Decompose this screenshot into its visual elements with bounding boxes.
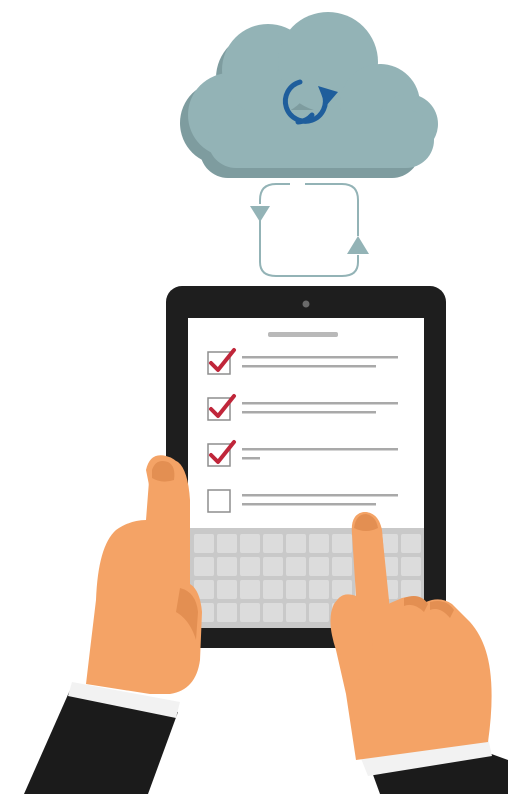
left-hand bbox=[24, 455, 202, 794]
left-palm bbox=[86, 458, 202, 694]
keyboard-key bbox=[309, 603, 329, 622]
text-line bbox=[242, 503, 376, 506]
text-line bbox=[242, 365, 376, 368]
keyboard-key bbox=[194, 534, 214, 553]
text-line bbox=[242, 402, 398, 405]
document-header-bar bbox=[268, 332, 338, 337]
keyboard-key bbox=[240, 534, 260, 553]
keyboard-key bbox=[309, 557, 329, 576]
sync-arrow-down bbox=[250, 206, 270, 222]
text-line bbox=[242, 356, 398, 359]
keyboard-key bbox=[332, 557, 352, 576]
keyboard-key bbox=[286, 603, 306, 622]
keyboard-key bbox=[286, 534, 306, 553]
keyboard-key bbox=[240, 580, 260, 599]
keyboard-key bbox=[240, 603, 260, 622]
keyboard-key bbox=[263, 580, 283, 599]
keyboard-key bbox=[401, 534, 421, 553]
tablet bbox=[166, 286, 446, 648]
cloud bbox=[180, 12, 438, 178]
keyboard-key bbox=[217, 603, 237, 622]
keyboard-key bbox=[309, 580, 329, 599]
text-line bbox=[242, 448, 398, 451]
keyboard-key bbox=[194, 557, 214, 576]
keyboard-key bbox=[263, 534, 283, 553]
keyboard-key bbox=[401, 557, 421, 576]
text-line bbox=[242, 411, 376, 414]
keyboard-key bbox=[217, 534, 237, 553]
sync-arrow-up bbox=[347, 236, 369, 254]
text-line bbox=[242, 457, 260, 460]
keyboard-key bbox=[217, 557, 237, 576]
keyboard-key bbox=[401, 580, 421, 599]
tablet-checklist-illustration bbox=[24, 12, 508, 794]
keyboard-key bbox=[332, 534, 352, 553]
keyboard-key bbox=[217, 580, 237, 599]
keyboard-key bbox=[263, 557, 283, 576]
keyboard-key bbox=[286, 580, 306, 599]
text-line bbox=[242, 494, 398, 497]
checkbox bbox=[207, 489, 231, 513]
keyboard-key bbox=[240, 557, 260, 576]
cloud-body bbox=[188, 12, 438, 168]
keyboard-key bbox=[263, 603, 283, 622]
keyboard-key bbox=[286, 557, 306, 576]
sync-arrows-icon bbox=[250, 183, 369, 277]
keyboard-key bbox=[309, 534, 329, 553]
tablet-camera bbox=[302, 300, 310, 308]
